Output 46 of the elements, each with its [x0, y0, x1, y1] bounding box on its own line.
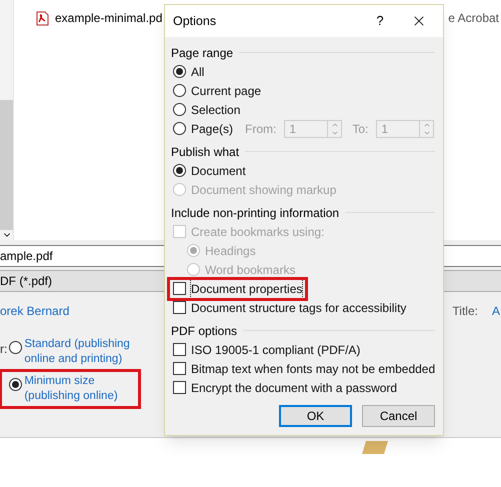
radio-button[interactable] — [173, 65, 186, 78]
dialog-button[interactable]: Cancel — [362, 405, 435, 427]
option-label: Current page — [191, 82, 262, 100]
to-label: To: — [352, 120, 368, 138]
option-label: Document — [191, 162, 246, 180]
scroll-thumb[interactable] — [0, 100, 13, 230]
radio-button[interactable] — [173, 103, 186, 116]
checkbox[interactable] — [173, 362, 186, 375]
checkbox[interactable] — [173, 301, 186, 314]
section-heading: Include non-printing information — [171, 204, 340, 222]
option-label: Document structure tags for accessibility — [191, 300, 406, 316]
option-label: Word bookmarks — [205, 262, 296, 278]
radio-button[interactable] — [173, 84, 186, 97]
dialog-button[interactable]: OK — [279, 405, 352, 427]
option-label: Encrypt the document with a password — [191, 380, 398, 396]
radio-button[interactable] — [173, 164, 186, 177]
option-label: ISO 19005-1 compliant (PDF/A) — [191, 342, 360, 358]
from-label: From: — [245, 120, 276, 138]
author-link[interactable]: orek Bernard — [0, 302, 70, 320]
option-label: Document properties — [191, 280, 302, 298]
option-label: Selection — [191, 102, 240, 118]
option-label: Document showing markup — [191, 182, 336, 198]
pdf-file-icon — [36, 10, 49, 26]
optimize-label: r: — [0, 341, 8, 358]
optimize-option[interactable]: Minimum size (publishing online) — [24, 374, 138, 404]
option-label: Page(s) — [191, 120, 234, 138]
section-heading: PDF options — [171, 322, 238, 340]
option-label: Headings — [205, 242, 256, 260]
title-label: Title: — [452, 303, 478, 320]
option-label: All — [191, 64, 204, 80]
option-label: Create bookmarks using: — [191, 224, 324, 240]
radio-button[interactable] — [9, 378, 22, 391]
option-label: Bitmap text when fonts may not be embedded — [191, 360, 436, 378]
section-heading: Publish what — [171, 144, 240, 160]
file-app: e Acrobat — [448, 10, 500, 27]
checkbox[interactable] — [173, 343, 186, 356]
radio-button[interactable] — [173, 122, 186, 135]
section-heading: Page range — [171, 44, 234, 62]
checkbox[interactable] — [173, 381, 186, 394]
radio-button[interactable] — [9, 341, 22, 354]
title-link[interactable]: A — [492, 302, 500, 320]
file-name[interactable]: example-minimal.pd — [55, 9, 162, 27]
help-button[interactable]: ? — [365, 11, 395, 31]
optimize-option[interactable]: Standard (publishing online and printing) — [24, 337, 142, 367]
checkbox[interactable] — [173, 282, 186, 295]
window-title: Options — [173, 12, 218, 30]
